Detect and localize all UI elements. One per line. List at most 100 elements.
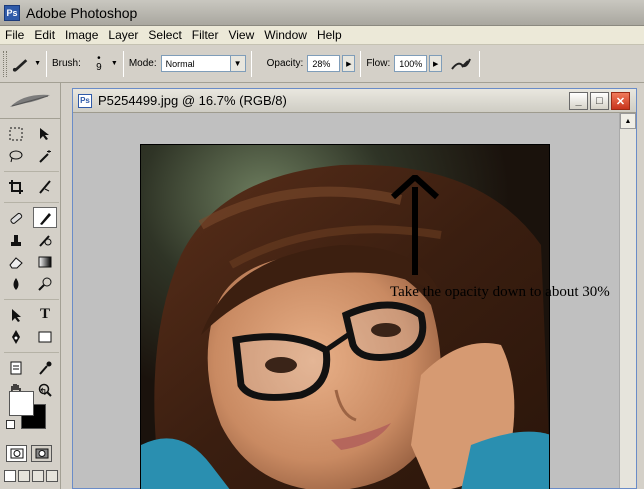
standard-mode-button[interactable]	[6, 445, 27, 462]
feather-logo-icon	[10, 94, 50, 107]
document-title: P5254499.jpg @ 16.7% (RGB/8)	[98, 93, 287, 108]
brush-tool-preset-icon[interactable]: ▼	[11, 52, 41, 76]
chevron-down-icon: ▼	[233, 59, 242, 68]
opacity-value: 28%	[312, 58, 331, 69]
brush-picker-arrow-icon[interactable]: ▼	[111, 60, 118, 67]
marquee-tool-icon[interactable]	[4, 123, 28, 144]
type-tool-icon[interactable]: T	[33, 304, 57, 325]
brush-size-value: 9	[96, 61, 102, 73]
crop-tool-icon[interactable]	[4, 176, 28, 197]
standard-screen-mode-button[interactable]	[4, 470, 16, 482]
close-icon: ✕	[615, 95, 626, 108]
minimize-icon: _	[575, 95, 582, 107]
imageready-button[interactable]	[46, 470, 58, 482]
slice-tool-icon[interactable]	[33, 176, 57, 197]
vertical-scrollbar[interactable]: ▲	[619, 113, 636, 488]
path-selection-icon[interactable]	[4, 304, 28, 325]
quick-mask-controls	[6, 445, 52, 462]
window-controls: _ □ ✕	[569, 92, 630, 110]
menu-edit[interactable]: Edit	[29, 28, 60, 42]
mode-label: Mode:	[128, 58, 157, 69]
photoshop-icon: Ps	[4, 4, 20, 21]
standard-mode-icon	[10, 448, 23, 459]
triangle-right-icon: ▶	[433, 60, 439, 68]
app-title: Adobe Photoshop	[26, 4, 138, 21]
quick-mask-icon	[35, 448, 48, 459]
document-icon: Ps	[78, 93, 92, 108]
menu-select[interactable]: Select	[143, 28, 186, 42]
brush-tool-icon[interactable]	[33, 207, 57, 228]
document-titlebar[interactable]: Ps P5254499.jpg @ 16.7% (RGB/8)	[73, 89, 636, 113]
gradient-tool-icon[interactable]	[33, 251, 57, 272]
app-titlebar: Ps Adobe Photoshop	[0, 0, 644, 26]
options-separator	[479, 50, 481, 77]
magic-wand-icon[interactable]	[33, 145, 57, 166]
opacity-label: Opacity:	[266, 58, 304, 69]
toolbox: T ↰	[0, 83, 61, 489]
eraser-tool-icon[interactable]	[4, 251, 28, 272]
opacity-slider-button[interactable]: ▶	[342, 55, 356, 72]
close-button[interactable]: ✕	[611, 92, 630, 110]
full-screen-menu-mode-button[interactable]	[18, 470, 30, 482]
mode-value: Normal	[165, 58, 195, 69]
maximize-icon: □	[596, 95, 603, 107]
image-canvas[interactable]	[140, 144, 550, 489]
blur-tool-icon[interactable]	[4, 273, 28, 294]
airbrush-icon[interactable]	[448, 52, 474, 76]
tool-divider	[4, 167, 59, 172]
quick-mask-button[interactable]	[31, 445, 52, 462]
tool-divider	[4, 348, 59, 353]
toolbox-header[interactable]	[0, 83, 60, 119]
options-separator	[360, 50, 362, 77]
notes-tool-icon[interactable]	[4, 357, 28, 378]
flow-label: Flow:	[366, 58, 391, 69]
scroll-up-button[interactable]: ▲	[620, 113, 636, 129]
menu-image[interactable]: Image	[60, 28, 103, 42]
screen-mode-controls	[4, 470, 58, 482]
minimize-button[interactable]: _	[569, 92, 588, 110]
brush-size-picker[interactable]: • 9	[89, 53, 109, 73]
options-separator	[46, 50, 47, 77]
healing-brush-icon[interactable]	[4, 207, 28, 228]
history-brush-icon[interactable]	[33, 229, 57, 250]
swap-colors-icon[interactable]: ↰	[39, 387, 47, 398]
options-separator	[122, 50, 124, 77]
flow-value: 100%	[399, 58, 423, 69]
menu-filter[interactable]: Filter	[187, 28, 224, 42]
lasso-tool-icon[interactable]	[4, 145, 28, 166]
color-swatches: ↰	[6, 387, 52, 433]
triangle-right-icon: ▶	[346, 60, 352, 68]
eyedropper-icon[interactable]	[33, 357, 57, 378]
menu-help[interactable]: Help	[312, 28, 347, 42]
tool-divider	[4, 295, 59, 300]
mode-dropdown-button[interactable]: ▼	[229, 55, 246, 72]
options-grip[interactable]	[3, 50, 7, 77]
options-bar: ▼ Brush: • 9 ▼ Mode: Normal ▼ Opacity: 2…	[0, 45, 644, 83]
annotation-arrow-icon	[390, 175, 440, 275]
options-separator	[250, 50, 252, 77]
mode-select[interactable]: Normal	[160, 55, 231, 72]
clone-stamp-icon[interactable]	[4, 229, 28, 250]
maximize-button[interactable]: □	[590, 92, 609, 110]
menu-window[interactable]: Window	[259, 28, 312, 42]
dodge-tool-icon[interactable]	[33, 273, 57, 294]
default-colors-icon[interactable]	[6, 420, 15, 429]
document-window: Ps P5254499.jpg @ 16.7% (RGB/8) _ □ ✕ ▲	[72, 88, 637, 489]
portrait-photo	[141, 145, 549, 489]
menu-layer[interactable]: Layer	[103, 28, 143, 42]
move-tool-icon[interactable]	[33, 123, 57, 144]
menu-file[interactable]: File	[0, 28, 29, 42]
foreground-color-swatch[interactable]	[9, 391, 34, 416]
flow-slider-button[interactable]: ▶	[429, 55, 443, 72]
shape-tool-icon[interactable]	[33, 326, 57, 347]
menu-bar: File Edit Image Layer Select Filter View…	[0, 26, 644, 45]
brush-label: Brush:	[52, 58, 81, 69]
tool-divider	[4, 198, 59, 203]
triangle-up-icon: ▲	[624, 117, 632, 125]
opacity-input[interactable]: 28%	[307, 55, 341, 72]
pen-tool-icon[interactable]	[4, 326, 28, 347]
flow-input[interactable]: 100%	[394, 55, 428, 72]
full-screen-mode-button[interactable]	[32, 470, 44, 482]
menu-view[interactable]: View	[223, 28, 259, 42]
annotation-text: Take the opacity down to about 30%	[390, 284, 610, 300]
